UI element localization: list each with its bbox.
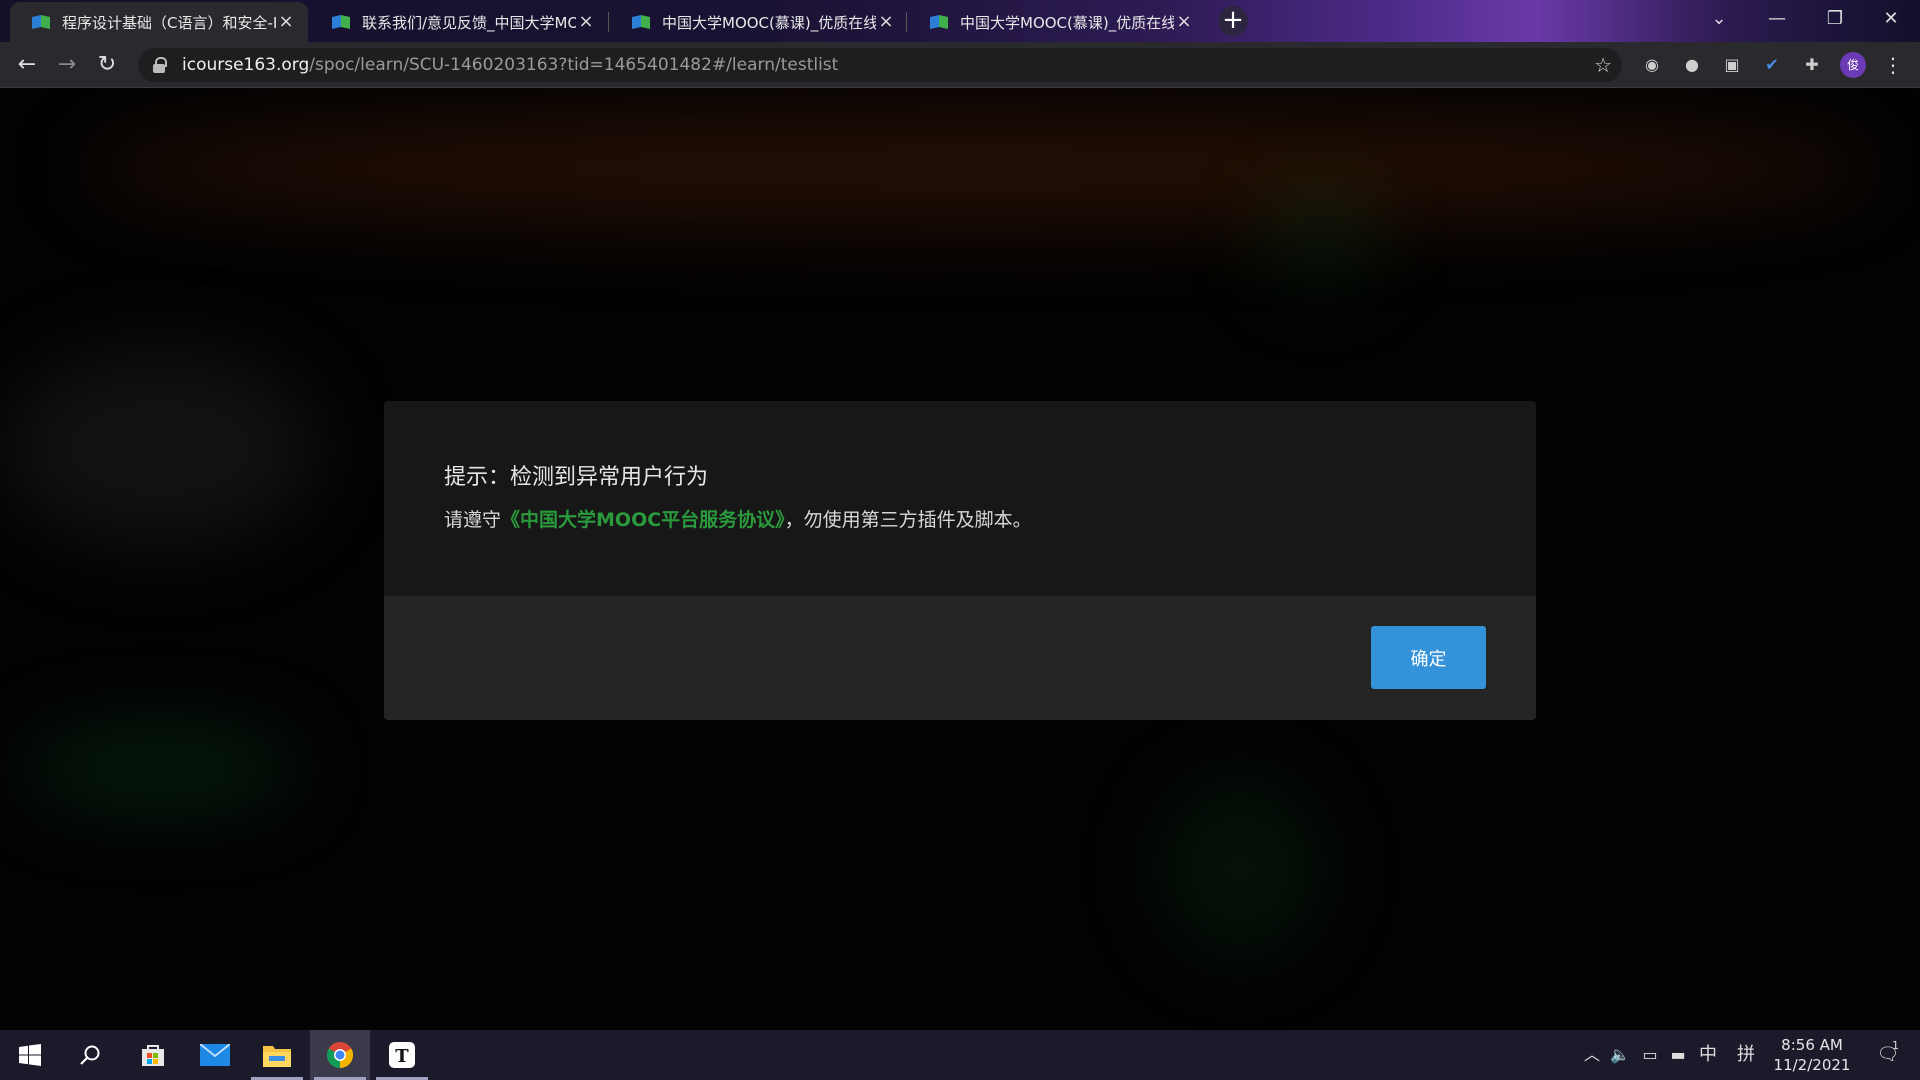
tab-title: 程序设计基础（C语言）和安全-I	[62, 13, 276, 32]
confirm-button[interactable]: 确定	[1371, 626, 1486, 689]
url-path: /spoc/learn/SCU-1460203163?tid=146540148…	[309, 55, 839, 75]
mooc-favicon-icon	[32, 15, 50, 29]
clock-date: 11/2/2021	[1773, 1056, 1851, 1074]
circle-ext-icon[interactable]: ●	[1679, 52, 1705, 78]
blurred-green-button-bg	[20, 728, 300, 808]
chrome-icon[interactable]	[310, 1030, 370, 1080]
file-explorer-icon[interactable]	[247, 1030, 307, 1080]
network-icon[interactable]: ▭	[1638, 1030, 1662, 1080]
browser-toolbar: ← → ↻ icourse163.org /spoc/learn/SCU-146…	[0, 42, 1920, 88]
tab-title: 联系我们/意见反馈_中国大学MO	[362, 13, 576, 32]
bookmark-star-icon[interactable]: ☆	[1594, 53, 1612, 77]
svg-text:T: T	[395, 1046, 409, 1067]
reload-button[interactable]: ↻	[90, 48, 124, 82]
clock-time: 8:56 AM	[1781, 1036, 1843, 1054]
dialog-body: 提示：检测到异常用户行为 请遵守《中国大学MOOC平台服务协议》，勿使用第三方插…	[384, 401, 1536, 596]
tab-close-icon[interactable]: ×	[276, 12, 296, 32]
notification-center-icon[interactable]: 🗨 1	[1870, 1030, 1906, 1080]
tab-search-chevron-icon[interactable]: ⌄	[1690, 0, 1748, 38]
mask-ext-icon[interactable]: ▣	[1719, 52, 1745, 78]
chrome-ext-icon[interactable]: ◉	[1639, 52, 1665, 78]
tab-0[interactable]: 程序设计基础（C语言）和安全-I ×	[10, 2, 308, 42]
blurred-header-bg	[80, 108, 1880, 228]
abnormal-behavior-dialog: 提示：检测到异常用户行为 请遵守《中国大学MOOC平台服务协议》，勿使用第三方插…	[384, 401, 1536, 720]
forward-button[interactable]: →	[50, 48, 84, 82]
dialog-message: 请遵守《中国大学MOOC平台服务协议》，勿使用第三方插件及脚本。	[444, 505, 1536, 532]
ime-indicator[interactable]: 中	[1696, 1030, 1720, 1080]
message-suffix: ，勿使用第三方插件及脚本。	[784, 509, 1032, 531]
page-content: 提示：检测到异常用户行为 请遵守《中国大学MOOC平台服务协议》，勿使用第三方插…	[0, 88, 1920, 1030]
battery-icon[interactable]: ▬	[1666, 1030, 1690, 1080]
dialog-title: 提示：检测到异常用户行为	[444, 465, 709, 490]
back-button[interactable]: ←	[10, 48, 44, 82]
mooc-favicon-icon	[930, 15, 948, 29]
tab-separator	[906, 12, 907, 32]
windows-taskbar: T ︿ 🔈 ▭ ▬ 中 拼 8:56 AM 11/2/2021 🗨 1	[0, 1030, 1920, 1080]
minimize-button[interactable]: —	[1748, 0, 1806, 38]
tab-strip: 程序设计基础（C语言）和安全-I × 联系我们/意见反馈_中国大学MO × 中国…	[0, 0, 1920, 42]
tab-close-icon[interactable]: ×	[876, 12, 896, 32]
service-agreement-link[interactable]: 《中国大学MOOC平台服务协议》	[501, 509, 785, 531]
tray-overflow-chevron-icon[interactable]: ︿	[1580, 1030, 1604, 1080]
profile-avatar[interactable]: 俊	[1840, 52, 1866, 78]
close-window-button[interactable]: ✕	[1862, 0, 1920, 38]
tab-close-icon[interactable]: ×	[576, 12, 596, 32]
tab-1[interactable]: 联系我们/意见反馈_中国大学MO ×	[310, 2, 608, 42]
tab-title: 中国大学MOOC(慕课)_优质在线	[960, 13, 1174, 32]
message-prefix: 请遵守	[444, 509, 502, 531]
volume-icon[interactable]: 🔈	[1608, 1030, 1632, 1080]
puzzle-icon[interactable]: ✚	[1799, 52, 1825, 78]
lock-icon[interactable]	[152, 57, 167, 73]
tab-separator	[608, 12, 609, 32]
typora-icon[interactable]: T	[372, 1030, 432, 1080]
tab-3[interactable]: 中国大学MOOC(慕课)_优质在线 ×	[908, 2, 1206, 42]
address-bar[interactable]: icourse163.org /spoc/learn/SCU-146020316…	[138, 48, 1622, 82]
search-icon[interactable]	[60, 1030, 120, 1080]
new-tab-button[interactable]: +	[1218, 6, 1248, 36]
restore-button[interactable]: ❐	[1806, 0, 1864, 38]
mooc-favicon-icon	[332, 15, 350, 29]
url-host: icourse163.org	[182, 55, 310, 75]
windows-start-icon[interactable]	[0, 1030, 60, 1080]
mail-icon[interactable]	[185, 1030, 245, 1080]
tab-close-icon[interactable]: ×	[1174, 12, 1194, 32]
ime-mode-indicator[interactable]: 拼	[1734, 1030, 1758, 1080]
check-ext-icon[interactable]: ✔	[1759, 52, 1785, 78]
blurred-green-bg	[1160, 778, 1320, 958]
tab-2[interactable]: 中国大学MOOC(慕课)_优质在线 ×	[610, 2, 908, 42]
store-icon[interactable]	[123, 1030, 183, 1080]
blurred-green-bg	[1260, 188, 1380, 288]
tab-title: 中国大学MOOC(慕课)_优质在线	[662, 13, 876, 32]
blurred-sidebar-bg	[0, 348, 320, 548]
notification-count-badge: 1	[1892, 1039, 1899, 1052]
mooc-favicon-icon	[632, 15, 650, 29]
dialog-footer: 确定	[384, 596, 1536, 720]
more-menu-icon[interactable]: ⋮	[1880, 50, 1906, 80]
taskbar-clock[interactable]: 8:56 AM 11/2/2021	[1766, 1035, 1858, 1075]
